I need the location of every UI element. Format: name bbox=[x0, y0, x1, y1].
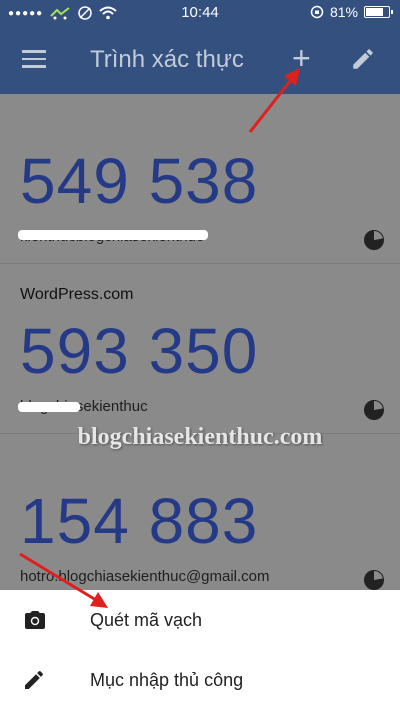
list-item[interactable]: 549 538 kienthucblogchiasekienthuc bbox=[0, 94, 400, 264]
annotation-arrow-icon bbox=[248, 68, 300, 133]
pencil-icon bbox=[25, 670, 44, 689]
otp-code: 549 538 bbox=[20, 145, 259, 217]
otp-code: 593 350 bbox=[20, 315, 259, 387]
hamburger-menu-icon[interactable] bbox=[22, 50, 46, 68]
app-title: Trình xác thực bbox=[90, 46, 244, 73]
status-right: 81% bbox=[310, 4, 393, 20]
status-bar: ●●●●● 10:44 81% bbox=[0, 0, 400, 26]
otp-code: 154 883 bbox=[20, 485, 259, 557]
manual-entry-label: Mục nhập thủ công bbox=[90, 670, 244, 690]
countdown-timer-icon bbox=[364, 570, 384, 590]
countdown-timer-icon bbox=[364, 230, 384, 250]
watermark: blogchiasekienthuc.com bbox=[77, 424, 323, 450]
rotation-lock-icon bbox=[310, 5, 324, 19]
annotation-arrow-icon bbox=[19, 552, 108, 608]
pencil-icon[interactable] bbox=[350, 46, 376, 72]
account-list: 549 538 kienthucblogchiasekienthuc WordP… bbox=[0, 94, 400, 590]
countdown-timer-icon bbox=[364, 400, 384, 420]
battery-icon bbox=[364, 6, 393, 18]
battery-percent: 81% bbox=[329, 4, 358, 20]
list-item[interactable]: WordPress.com 593 350 blogchiasekienthuc bbox=[0, 264, 400, 434]
battery-fill bbox=[366, 8, 383, 16]
manual-entry-option[interactable]: Mục nhập thủ công bbox=[0, 650, 400, 710]
redaction-mark bbox=[18, 402, 80, 412]
redaction-mark bbox=[18, 230, 208, 240]
issuer-name: WordPress.com bbox=[20, 286, 134, 303]
app-bar: Trình xác thực + bbox=[0, 26, 400, 94]
